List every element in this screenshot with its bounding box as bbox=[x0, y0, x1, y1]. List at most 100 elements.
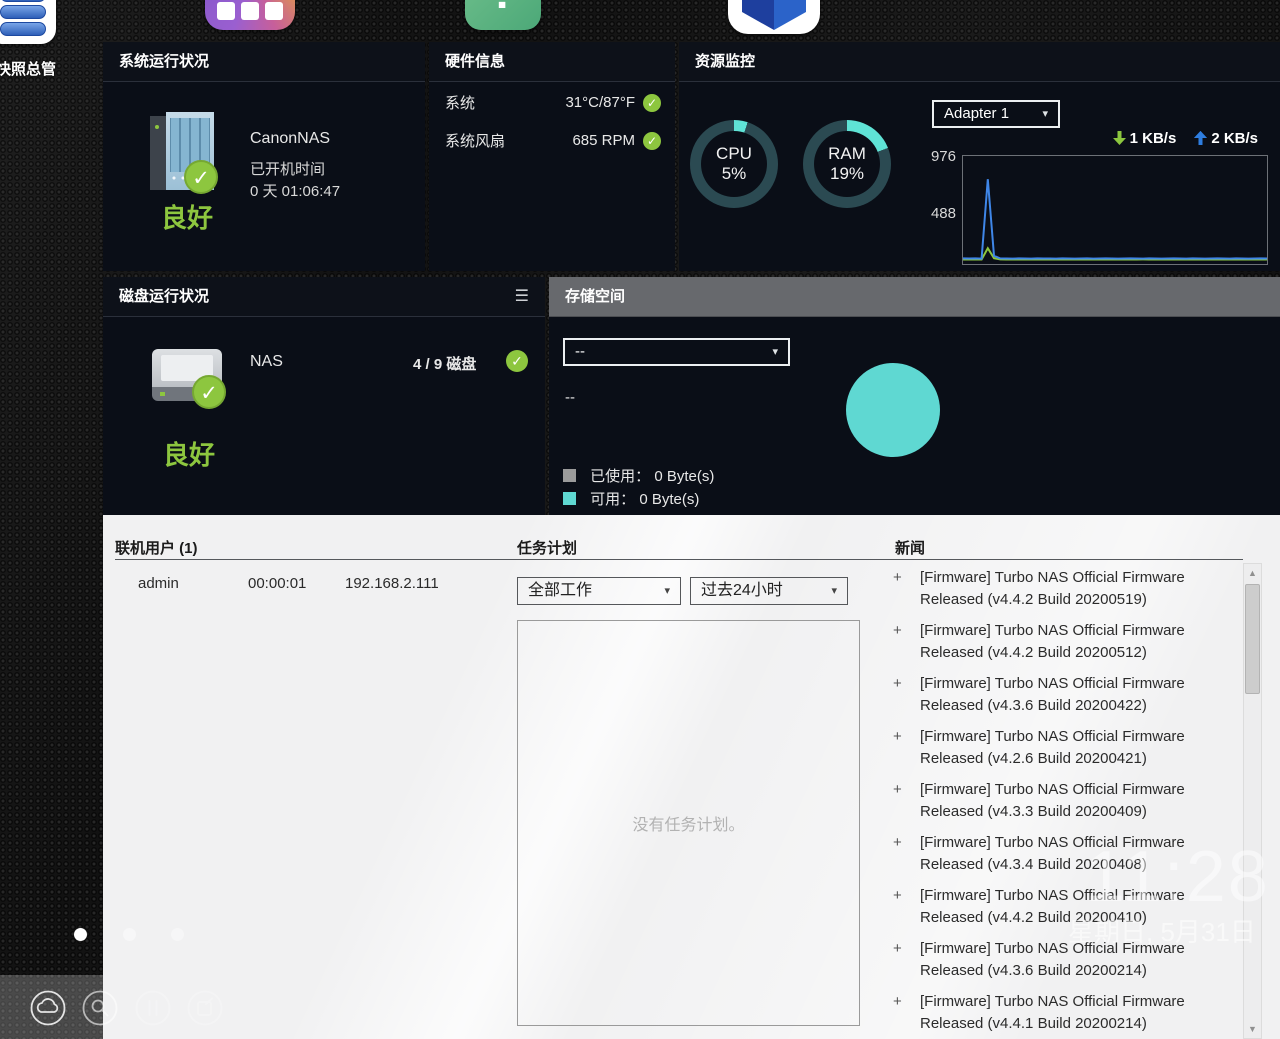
used-value: 0 Byte(s) bbox=[654, 468, 714, 485]
expand-icon[interactable]: + bbox=[893, 620, 920, 664]
scroll-down-icon[interactable]: ▼ bbox=[1244, 1024, 1261, 1034]
download-rate: 1 KB/s bbox=[1130, 130, 1177, 147]
news-item-text: [Firmware] Turbo NAS Official Firmware R… bbox=[920, 726, 1212, 770]
expand-icon[interactable]: + bbox=[893, 991, 920, 1035]
storage-free-legend: 可用： 0 Byte(s) bbox=[563, 488, 699, 509]
resource-monitor-panel: 资源监控 CPU 5% RAM 19% Adapter 1 ▾ 1 KB/s 2… bbox=[679, 42, 1280, 271]
expand-icon[interactable]: + bbox=[893, 567, 920, 611]
ok-check-icon: ✓ bbox=[643, 94, 661, 112]
storage-usage-pie bbox=[846, 363, 940, 457]
task-job-select[interactable]: 全部工作 ▾ bbox=[517, 577, 681, 605]
online-user-time: 00:00:01 bbox=[248, 575, 306, 592]
database-stack-icon bbox=[0, 0, 46, 2]
news-item[interactable]: +[Firmware] Turbo NAS Official Firmware … bbox=[893, 779, 1223, 823]
news-item-text: [Firmware] Turbo NAS Official Firmware R… bbox=[920, 938, 1212, 982]
used-label: 已使用： bbox=[590, 468, 650, 485]
news-item-text: [Firmware] Turbo NAS Official Firmware R… bbox=[920, 779, 1212, 823]
desktop-page-dot-active[interactable] bbox=[74, 928, 87, 941]
storage-cube-icon[interactable] bbox=[728, 0, 820, 34]
news-item-text: [Firmware] Turbo NAS Official Firmware R… bbox=[920, 673, 1212, 717]
chevron-down-icon: ▾ bbox=[664, 578, 670, 604]
news-item[interactable]: +[Firmware] Turbo NAS Official Firmware … bbox=[893, 567, 1223, 611]
adapter-select-value: Adapter 1 bbox=[944, 105, 1009, 122]
help-icon[interactable]: ? bbox=[465, 0, 541, 30]
device-name: CanonNAS bbox=[250, 130, 330, 148]
status-ok-badge: ✓ bbox=[184, 160, 218, 194]
disk-count: 4 / 9 磁盘 bbox=[413, 353, 476, 374]
online-user-ip: 192.168.2.111 bbox=[345, 575, 439, 592]
ok-check-icon: ✓ bbox=[643, 132, 661, 150]
hardware-value: 685 RPM bbox=[572, 132, 635, 149]
news-scrollbar[interactable]: ▲ ▼ bbox=[1243, 563, 1262, 1039]
news-item-text: [Firmware] Turbo NAS Official Firmware R… bbox=[920, 620, 1212, 664]
chevron-down-icon: ▾ bbox=[831, 578, 837, 604]
expand-icon[interactable]: + bbox=[893, 885, 920, 929]
hardware-info-panel: 硬件信息 系统 31°C/87°F ✓ 系统风扇 685 RPM ✓ bbox=[429, 42, 675, 271]
ram-gauge: RAM 19% bbox=[803, 120, 891, 208]
news-item[interactable]: +[Firmware] Turbo NAS Official Firmware … bbox=[893, 673, 1223, 717]
expand-icon[interactable]: + bbox=[893, 726, 920, 770]
cpu-gauge: CPU 5% bbox=[690, 120, 778, 208]
news-item[interactable]: +[Firmware] Turbo NAS Official Firmware … bbox=[893, 726, 1223, 770]
adapter-select[interactable]: Adapter 1 ▾ bbox=[932, 100, 1060, 128]
news-item-text: [Firmware] Turbo NAS Official Firmware R… bbox=[920, 991, 1212, 1035]
database-stack-icon bbox=[0, 5, 46, 19]
hardware-row: 系统 31°C/87°F ✓ bbox=[445, 92, 661, 113]
hardware-label: 系统风扇 bbox=[445, 130, 505, 151]
expand-icon[interactable]: + bbox=[893, 673, 920, 717]
upload-rate: 2 KB/s bbox=[1211, 130, 1258, 147]
list-icon[interactable]: ☰ bbox=[515, 289, 529, 305]
storage-pool-select[interactable]: -- ▾ bbox=[563, 338, 790, 366]
resource-monitor-title: 资源监控 bbox=[679, 42, 1280, 82]
disk-health-title: 磁盘运行状况 ☰ bbox=[103, 277, 545, 317]
y-axis-tick-mid: 488 bbox=[920, 205, 956, 222]
expand-icon[interactable]: + bbox=[893, 938, 920, 982]
desktop-page-dot[interactable] bbox=[123, 928, 136, 941]
news-list: +[Firmware] Turbo NAS Official Firmware … bbox=[893, 567, 1223, 1039]
edit-note-icon[interactable] bbox=[185, 988, 225, 1028]
expand-icon[interactable]: + bbox=[893, 779, 920, 823]
cpu-value: 5% bbox=[722, 164, 747, 184]
dashboard-bottom-section: 联机用户 (1) 任务计划 新闻 admin 00:00:01 192.168.… bbox=[103, 515, 1280, 1039]
news-item[interactable]: +[Firmware] Turbo NAS Official Firmware … bbox=[893, 620, 1223, 664]
storage-space-title: 存储空间 bbox=[549, 277, 1280, 317]
system-health-status: 良好 bbox=[161, 198, 213, 235]
task-range-select-value: 过去24小时 bbox=[701, 582, 783, 599]
scrollbar-thumb[interactable] bbox=[1245, 584, 1260, 694]
snapshot-manager-icon[interactable] bbox=[0, 0, 56, 44]
desktop-page-dot[interactable] bbox=[171, 928, 184, 941]
news-item[interactable]: +[Firmware] Turbo NAS Official Firmware … bbox=[893, 832, 1223, 876]
free-value: 0 Byte(s) bbox=[639, 491, 699, 508]
news-item[interactable]: +[Firmware] Turbo NAS Official Firmware … bbox=[893, 938, 1223, 982]
uptime-label: 已开机时间 bbox=[250, 158, 325, 179]
news-item[interactable]: +[Firmware] Turbo NAS Official Firmware … bbox=[893, 991, 1223, 1035]
task-schedule-title: 任务计划 bbox=[517, 537, 577, 558]
expand-icon[interactable]: + bbox=[893, 832, 920, 876]
search-icon[interactable] bbox=[80, 988, 120, 1028]
book-icon[interactable] bbox=[133, 988, 173, 1028]
scroll-up-icon[interactable]: ▲ bbox=[1244, 568, 1261, 578]
cube-glyph bbox=[728, 0, 820, 34]
task-range-select[interactable]: 过去24小时 ▾ bbox=[690, 577, 848, 605]
app-center-icon[interactable] bbox=[205, 0, 295, 30]
free-label: 可用： bbox=[590, 491, 635, 508]
system-status-title: 系统运行状况 bbox=[103, 42, 425, 82]
nas-device-icon: ✓ bbox=[150, 112, 216, 196]
news-item[interactable]: +[Firmware] Turbo NAS Official Firmware … bbox=[893, 885, 1223, 929]
network-rate-legend: 1 KB/s 2 KB/s bbox=[1113, 130, 1258, 147]
chevron-down-icon: ▾ bbox=[772, 340, 778, 364]
used-legend-swatch bbox=[563, 469, 576, 482]
free-legend-swatch bbox=[563, 492, 576, 505]
uptime-value: 0 天 01:06:47 bbox=[250, 180, 340, 201]
storage-pool-select-value: -- bbox=[575, 343, 585, 360]
hardware-label: 系统 bbox=[445, 92, 475, 113]
hardware-value: 31°C/87°F bbox=[565, 94, 635, 111]
database-stack-icon bbox=[0, 22, 46, 36]
disk-group-name: NAS bbox=[250, 353, 283, 371]
cloud-sync-icon[interactable] bbox=[28, 988, 68, 1028]
news-item-text: [Firmware] Turbo NAS Official Firmware R… bbox=[920, 567, 1212, 611]
storage-pool-label: -- bbox=[565, 389, 575, 406]
section-divider bbox=[115, 559, 1243, 560]
status-ok-badge: ✓ bbox=[192, 375, 226, 409]
storage-used-legend: 已使用： 0 Byte(s) bbox=[563, 465, 714, 486]
